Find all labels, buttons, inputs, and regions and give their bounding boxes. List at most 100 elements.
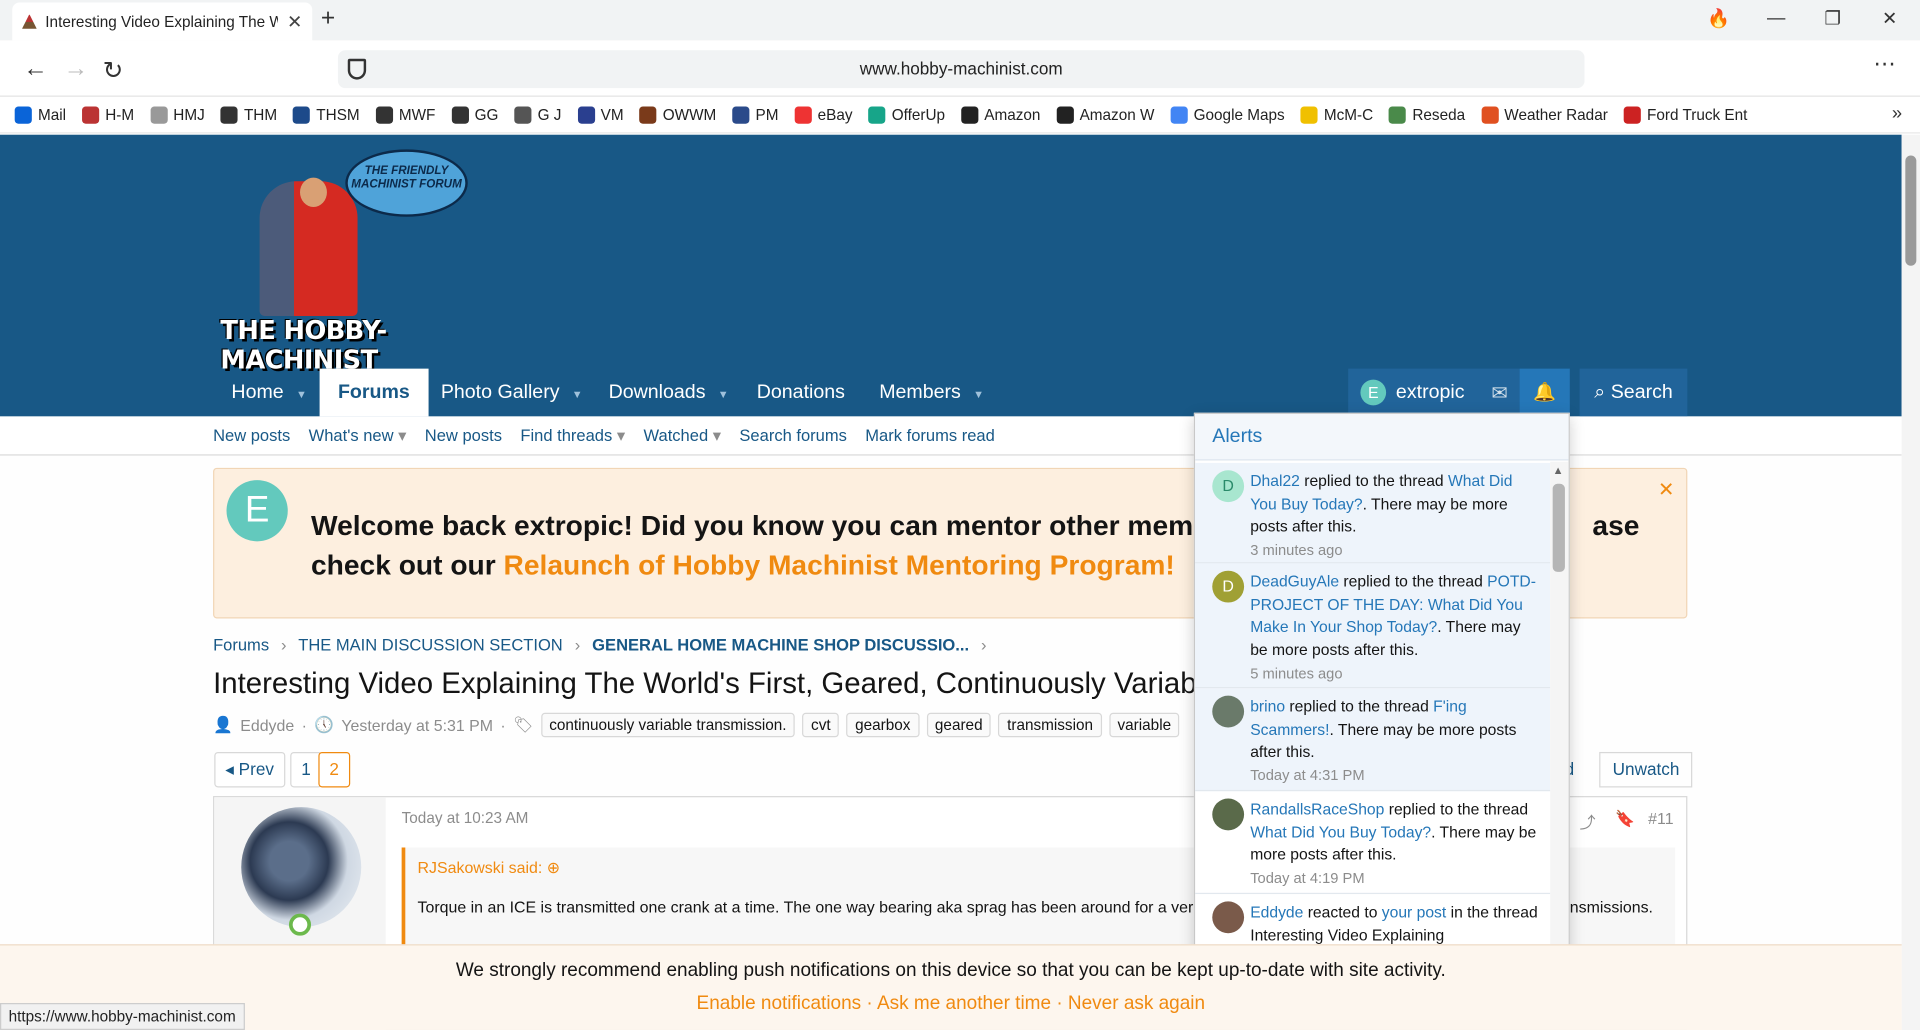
alert-item[interactable]: brino replied to the thread F'ing Scamme… [1195, 688, 1551, 792]
tag[interactable]: gearbox [846, 712, 920, 738]
alert-item[interactable]: Dhal22 replied to the thread What Did Yo… [1195, 462, 1551, 564]
bookmark-item[interactable]: THSM [293, 106, 360, 124]
bookmark-item[interactable]: THM [220, 106, 277, 124]
bell-icon[interactable]: 🔔 [1519, 368, 1570, 417]
page-scrollbar-thumb[interactable] [1905, 155, 1917, 266]
nav-donations[interactable]: Donations [738, 369, 863, 417]
bookmark-item[interactable]: MWF [375, 106, 435, 124]
bookmark-item[interactable]: HMJ [150, 106, 205, 124]
back-icon[interactable]: ← [23, 55, 47, 83]
thread-author[interactable]: Eddyde [240, 716, 294, 734]
breadcrumb-main[interactable]: THE MAIN DISCUSSION SECTION [298, 636, 563, 654]
bookmark-item[interactable]: Amazon [960, 106, 1040, 124]
avatar[interactable]: D [1212, 470, 1245, 503]
search-button[interactable]: ⌕ Search [1579, 368, 1688, 417]
chevron-down-icon[interactable]: ▾ [612, 426, 625, 444]
page-2-current[interactable]: 2 [318, 751, 350, 788]
bookmark-item[interactable]: H-M [81, 106, 134, 124]
page-scrollbar[interactable] [1901, 134, 1920, 1030]
alert-user-link[interactable]: brino [1250, 697, 1285, 715]
bookmark-icon[interactable]: 🔖 [1615, 810, 1635, 830]
avatar[interactable] [1212, 901, 1245, 934]
address-input[interactable]: www.hobby-machinist.com [337, 50, 1585, 89]
bookmark-item[interactable]: OWWM [639, 106, 716, 124]
alerts-scrollbar-thumb[interactable] [1552, 483, 1565, 572]
tag[interactable]: continuously variable transmission. [540, 712, 796, 738]
nav-photo-gallery[interactable]: Photo Gallery ▼ [422, 369, 601, 417]
subnav-item[interactable]: Find threads ▾ [520, 426, 625, 446]
bookmark-item[interactable]: G J [514, 106, 561, 124]
alert-item[interactable]: DeadGuyAle replied to the thread POTD- P… [1195, 563, 1551, 689]
share-icon[interactable]: ⤴ [1580, 810, 1596, 833]
never-ask-link[interactable]: Never ask again [1068, 993, 1205, 1014]
post-date[interactable]: Today at 10:23 AM [402, 810, 529, 827]
tag[interactable]: cvt [802, 712, 840, 738]
bookmark-item[interactable]: Reseda [1389, 106, 1465, 124]
quote-author[interactable]: RJSakowski said: ⊕ [418, 859, 561, 879]
tag[interactable]: transmission [998, 712, 1102, 738]
page-1-button[interactable]: 1 [290, 751, 322, 788]
alert-user-link[interactable]: Dhal22 [1250, 472, 1300, 490]
more-options-icon[interactable]: ⋯ [1873, 51, 1895, 77]
close-tab-icon[interactable]: ✕ [287, 10, 302, 33]
alert-thread-link[interactable]: What Did You Buy Today? [1250, 823, 1431, 841]
user-account-link[interactable]: E extropic ✉ [1348, 368, 1521, 417]
breadcrumb-forums[interactable]: Forums [213, 636, 269, 654]
ask-later-link[interactable]: Ask me another time [877, 993, 1051, 1014]
reload-icon[interactable]: ↻ [103, 55, 124, 86]
bookmark-item[interactable]: PM [732, 106, 778, 124]
breadcrumb-general[interactable]: GENERAL HOME MACHINE SHOP DISCUSSIO... [592, 636, 969, 654]
arrow-up-circle-icon[interactable]: ⊕ [547, 859, 560, 877]
chevron-down-icon[interactable]: ▼ [973, 388, 984, 400]
bookmark-item[interactable]: VM [577, 106, 624, 124]
bookmark-item[interactable]: Mail [14, 106, 66, 124]
alert-item[interactable]: RandallsRaceShop replied to the thread W… [1195, 791, 1551, 895]
subnav-item[interactable]: Watched ▾ [644, 426, 722, 446]
bookmark-item[interactable]: Ford Truck Ent [1623, 106, 1747, 124]
bookmark-item[interactable]: McM-C [1300, 106, 1373, 124]
subnav-item[interactable]: Mark forums read [865, 426, 995, 444]
new-tab-icon[interactable]: + [321, 5, 335, 33]
avatar[interactable] [241, 807, 362, 928]
chevron-down-icon[interactable]: ▾ [708, 426, 721, 444]
minimize-icon[interactable]: — [1767, 7, 1785, 28]
chevron-down-icon[interactable]: ▼ [718, 388, 729, 400]
bookmark-item[interactable]: GG [451, 106, 498, 124]
alert-user-link[interactable]: Eddyde [1250, 903, 1303, 921]
subnav-item[interactable]: New posts [425, 426, 502, 444]
chevron-down-icon[interactable]: ▼ [296, 388, 307, 400]
bookmark-item[interactable]: Google Maps [1170, 106, 1285, 124]
avatar[interactable] [1212, 695, 1245, 728]
bookmark-item[interactable]: Weather Radar [1481, 106, 1608, 124]
forward-icon[interactable]: → [64, 55, 88, 83]
alert-user-link[interactable]: RandallsRaceShop [1250, 800, 1384, 818]
bookmark-item[interactable]: Amazon W [1056, 106, 1154, 124]
subnav-item[interactable]: What's new ▾ [309, 426, 407, 446]
unwatch-button[interactable]: Unwatch [1599, 751, 1693, 788]
restore-icon[interactable]: ❐ [1825, 7, 1841, 30]
post-number[interactable]: #11 [1648, 810, 1673, 828]
flame-icon[interactable]: 🔥 [1707, 7, 1730, 30]
subnav-item[interactable]: New posts [213, 426, 290, 444]
tag[interactable]: geared [926, 712, 992, 738]
avatar[interactable] [1212, 798, 1245, 831]
alert-thread-link[interactable]: your post [1382, 903, 1446, 921]
alerts-title[interactable]: Alerts [1195, 413, 1569, 461]
thread-date[interactable]: Yesterday at 5:31 PM [341, 716, 493, 734]
tag[interactable]: variable [1108, 712, 1180, 738]
bookmark-item[interactable]: eBay [794, 106, 853, 124]
envelope-icon[interactable]: ✉ [1491, 380, 1507, 404]
prev-page-button[interactable]: ◂ Prev [214, 751, 285, 788]
enable-notifications-link[interactable]: Enable notifications [697, 993, 862, 1014]
subnav-item[interactable]: Search forums [739, 426, 847, 444]
browser-tab[interactable]: Interesting Video Explaining The W ✕ [12, 2, 313, 41]
nav-home[interactable]: Home ▼ [213, 369, 325, 417]
bookmarks-overflow-icon[interactable]: » [1892, 103, 1902, 124]
nav-members[interactable]: Members ▼ [861, 369, 1003, 417]
chevron-down-icon[interactable]: ▾ [394, 426, 406, 444]
mentoring-link[interactable]: Relaunch of Hobby Machinist Mentoring Pr… [504, 549, 1175, 581]
site-logo-text[interactable]: THE HOBBY-MACHINIST [220, 316, 496, 375]
bookmark-item[interactable]: OfferUp [868, 106, 945, 124]
shield-icon[interactable] [347, 58, 367, 80]
scroll-up-icon[interactable]: ▲ [1553, 464, 1564, 476]
